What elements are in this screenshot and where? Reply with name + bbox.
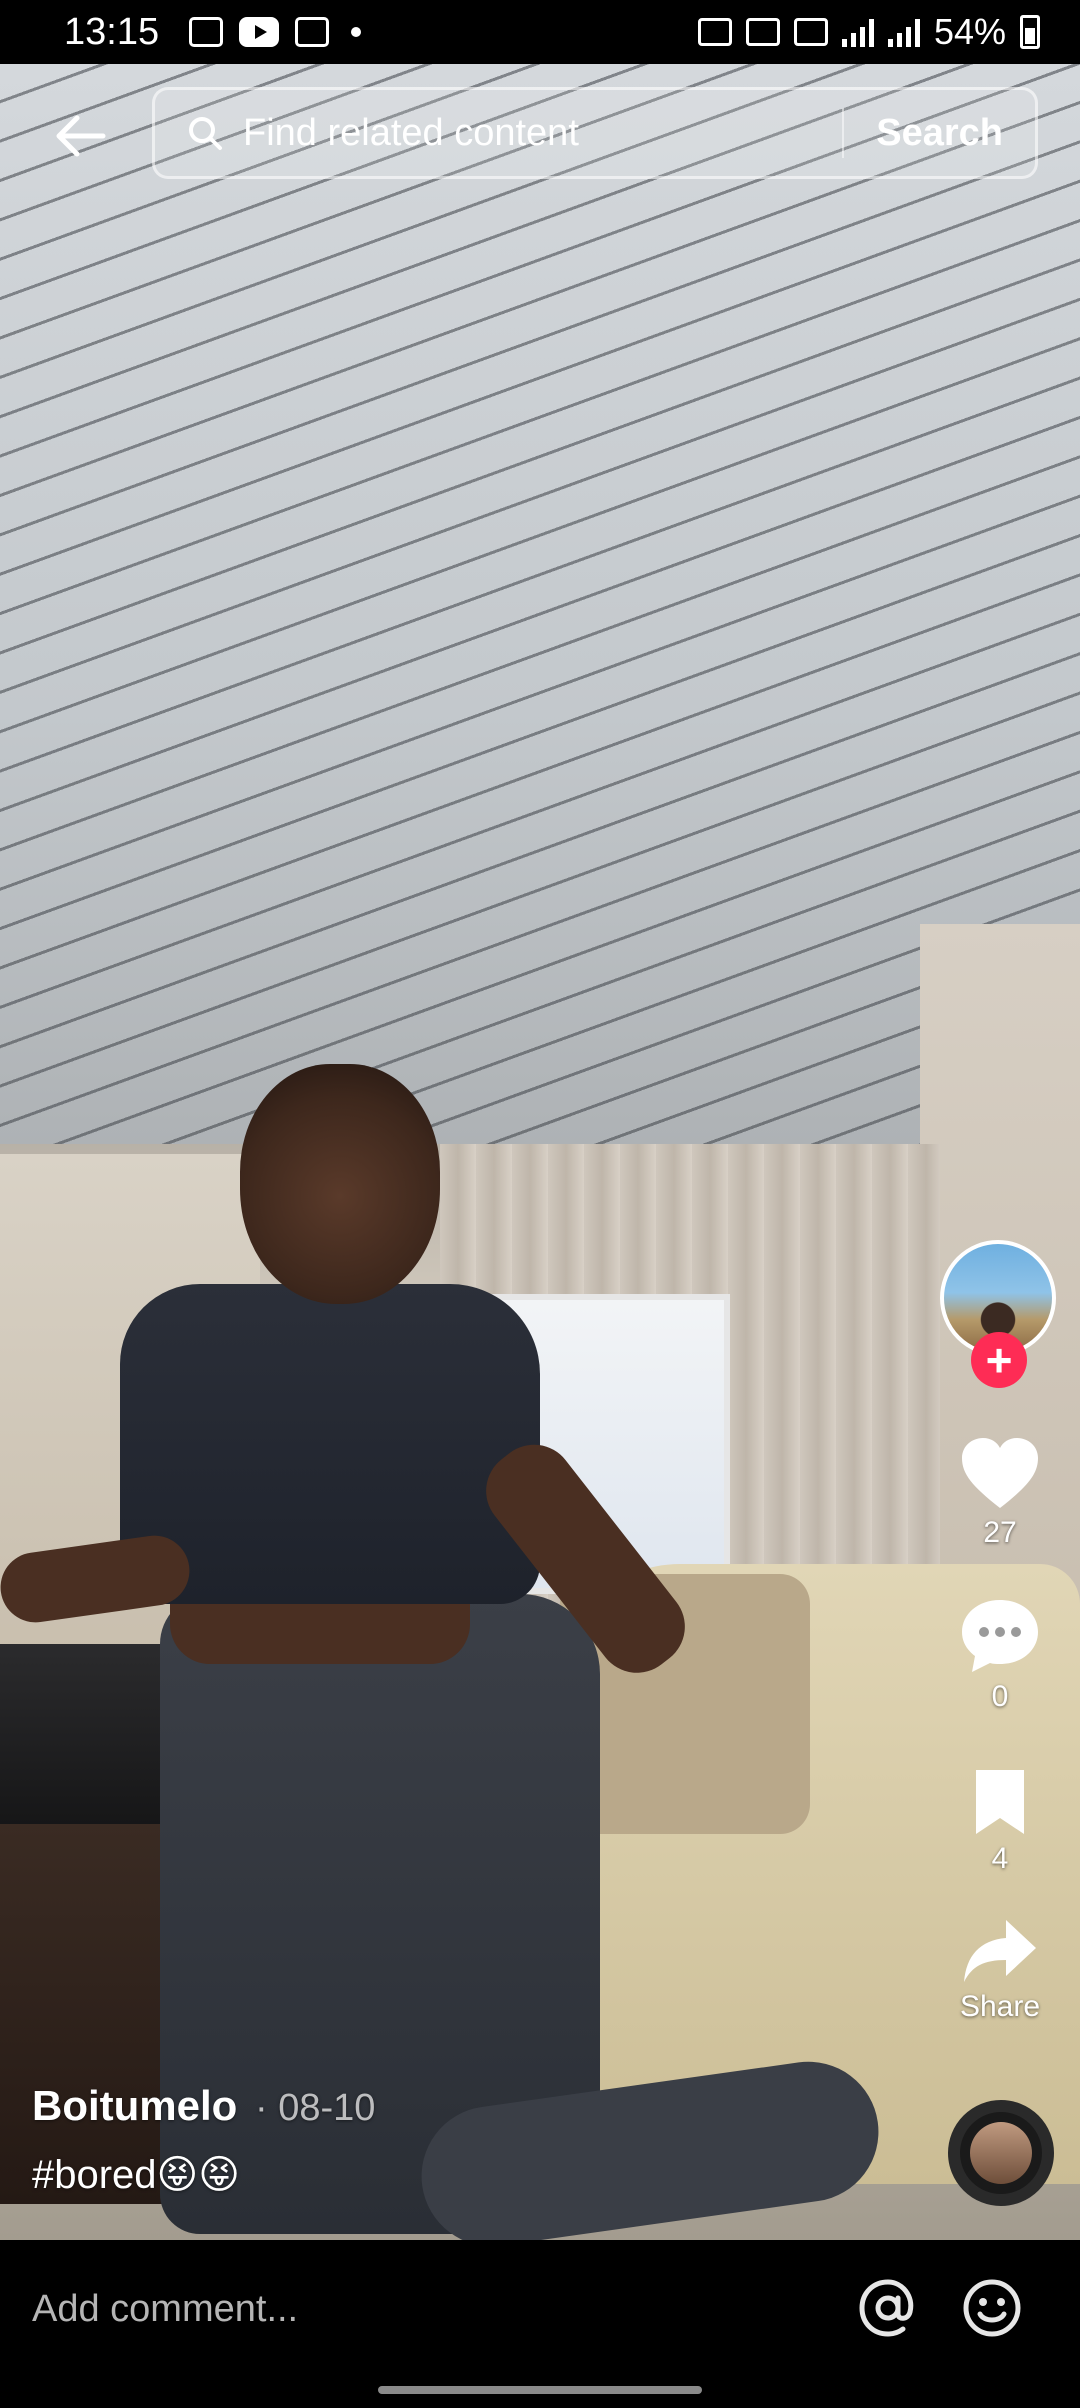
favorite-button[interactable]: 4 <box>940 1766 1060 1876</box>
video-ceiling <box>0 64 1080 1144</box>
gallery-icon <box>189 17 224 47</box>
status-system-icons: 54% <box>697 11 1040 53</box>
status-notification-icons <box>189 17 362 47</box>
like-button[interactable]: 27 <box>940 1436 1060 1550</box>
youtube-icon <box>239 17 280 47</box>
share-button[interactable]: Share <box>940 1916 1060 2024</box>
comment-input[interactable]: Add comment... <box>32 2288 298 2331</box>
video-player[interactable] <box>0 64 1080 2240</box>
share-arrow-icon <box>964 1920 1036 1982</box>
video-person-head <box>240 1064 440 1304</box>
more-notifications-dot-icon <box>351 27 362 37</box>
post-caption: Boitumelo · 08-10 #bored😝😝 <box>32 2082 375 2198</box>
music-cover <box>970 2122 1032 2184</box>
signal-icon <box>887 17 920 47</box>
like-count: 27 <box>983 1516 1017 1549</box>
arrow-left-icon <box>56 115 106 157</box>
signal-icon <box>841 17 874 47</box>
comment-icon <box>962 1600 1038 1672</box>
search-bar[interactable]: Find related content Search <box>152 87 1038 179</box>
follow-plus-icon[interactable]: + <box>971 1332 1027 1388</box>
battery-icon <box>1020 15 1040 49</box>
favorite-count: 4 <box>991 1842 1009 1875</box>
mute-icon <box>745 18 780 46</box>
emoji-icon[interactable] <box>960 2276 1024 2340</box>
bookmark-icon <box>976 1770 1024 1834</box>
calendar-icon <box>295 17 330 47</box>
share-label: Share <box>959 1990 1041 2023</box>
wifi-icon <box>793 18 828 46</box>
caption-text[interactable]: #bored😝😝 <box>32 2152 375 2198</box>
mention-icon[interactable] <box>856 2276 920 2340</box>
comment-button[interactable]: 0 <box>940 1596 1060 1714</box>
search-input[interactable]: Find related content <box>243 112 842 155</box>
home-indicator[interactable] <box>378 2386 702 2394</box>
back-button[interactable] <box>50 106 110 166</box>
search-button[interactable]: Search <box>844 112 1035 155</box>
battery-percent: 54% <box>933 11 1006 52</box>
post-date: · 08-10 <box>255 2087 376 2129</box>
comment-bar: Add comment... <box>0 2240 1080 2380</box>
comment-count: 0 <box>991 1680 1009 1713</box>
search-icon <box>189 117 222 150</box>
video-speaker <box>0 1644 180 1844</box>
status-bar: 13:15 54% <box>0 0 1080 64</box>
sleep-mode-icon <box>697 18 732 46</box>
music-disc-icon[interactable] <box>948 2100 1054 2206</box>
status-time: 13:15 <box>64 10 160 53</box>
heart-icon <box>962 1438 1038 1508</box>
author-name[interactable]: Boitumelo <box>32 2082 237 2129</box>
